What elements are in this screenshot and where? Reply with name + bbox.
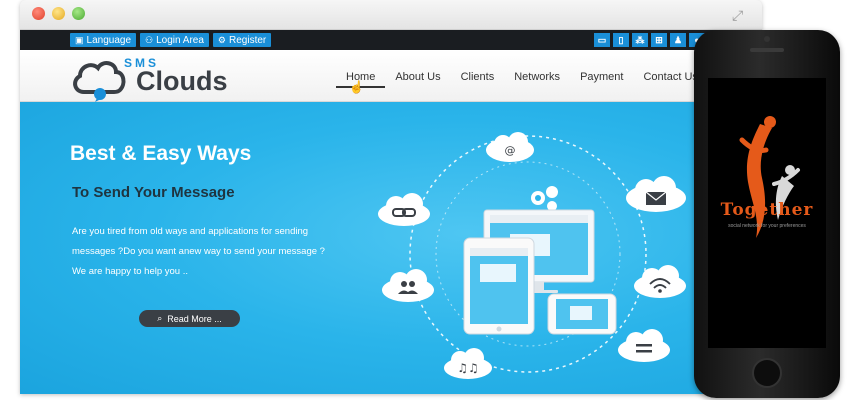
svg-text:♫♫: ♫♫ [457,361,479,375]
logo-clouds-text: Clouds [136,66,228,96]
tablet-icon[interactable]: ▯ [613,33,629,47]
android-icon[interactable]: ♟ [670,33,686,47]
app-name: Together [720,200,814,220]
windows-icon[interactable]: ⊞ [651,33,667,47]
fullscreen-icon[interactable]: ⤢ [732,8,748,22]
envelope-cloud-icon [626,176,686,212]
hero-section: Best & Easy Ways To Send Your Message Ar… [20,102,762,394]
login-area-link[interactable]: ⚇ Login Area [140,33,209,47]
main-nav: Home About Us Clients Networks Payment C… [336,70,708,88]
hero-text-line: We are happy to help you .. [72,266,189,277]
app-tagline: social network for your preferences [728,223,806,229]
together-logo-icon [739,116,800,238]
site-header: SMS Clouds Home About Us Clients Network… [20,50,762,102]
home-button[interactable] [752,358,782,388]
close-window-button[interactable] [32,7,45,20]
wifi-cloud-icon [634,265,686,298]
user-icon: ⚇ [145,34,154,45]
smartphone-mockup: Together social network for your prefere… [694,30,840,398]
browser-titlebar: ⤢ [20,0,762,30]
nav-clients[interactable]: Clients [451,70,505,88]
browser-window: ⤢ ▣ Language ⚇ Login Area ⚙ Register ▭ ▯… [20,0,762,394]
device-mockups [463,209,617,335]
hero-title: Best & Easy Ways [70,142,252,165]
users-cloud-icon [382,269,434,302]
hero-subtitle: To Send Your Message [72,184,235,201]
minimize-window-button[interactable] [52,7,65,20]
hero-description: Are you tired from old ways and applicat… [72,222,362,282]
desktop-icon[interactable]: ▭ [594,33,610,47]
nav-about-us[interactable]: About Us [385,70,450,88]
speaker-grille [750,48,784,52]
register-label: Register [229,34,267,46]
hero-text-line: messages ?Do you want anew way to send y… [72,246,325,257]
showcase-stage: ⤢ ▣ Language ⚇ Login Area ⚙ Register ▭ ▯… [0,0,850,400]
read-more-label: Read More ... [167,313,222,324]
music-cloud-icon: ♫♫ [444,348,492,379]
site-logo[interactable]: SMS Clouds [70,54,260,102]
register-link[interactable]: ⚙ Register [212,33,272,47]
blackberry-icon[interactable]: ⁂ [632,33,648,47]
search-icon: ⌕ [157,313,163,323]
camera-icon [764,36,770,42]
top-links: ▣ Language ⚇ Login Area ⚙ Register [70,33,272,47]
read-more-button[interactable]: ⌕ Read More ... [139,310,240,327]
nav-payment[interactable]: Payment [570,70,633,88]
login-area-label: Login Area [156,34,204,46]
maximize-window-button[interactable] [72,7,85,20]
hand-cursor-icon: ☝ [349,80,364,94]
language-label: Language [86,34,132,46]
cloud-logo-icon [73,61,126,102]
nav-networks[interactable]: Networks [504,70,570,88]
svg-text:@: @ [505,144,516,157]
link-cloud-icon [378,193,430,226]
hero-text-line: Are you tired from old ways and applicat… [72,226,309,237]
register-icon: ⚙ [217,34,226,45]
chat-cloud-icon [618,329,670,362]
language-link[interactable]: ▣ Language [70,33,137,47]
services-illustration: @ ♫♫ [378,132,686,379]
top-bar: ▣ Language ⚇ Login Area ⚙ Register ▭ ▯ ⁂… [20,30,762,50]
language-icon: ▣ [75,34,84,45]
settings-gears-icon [531,186,558,211]
